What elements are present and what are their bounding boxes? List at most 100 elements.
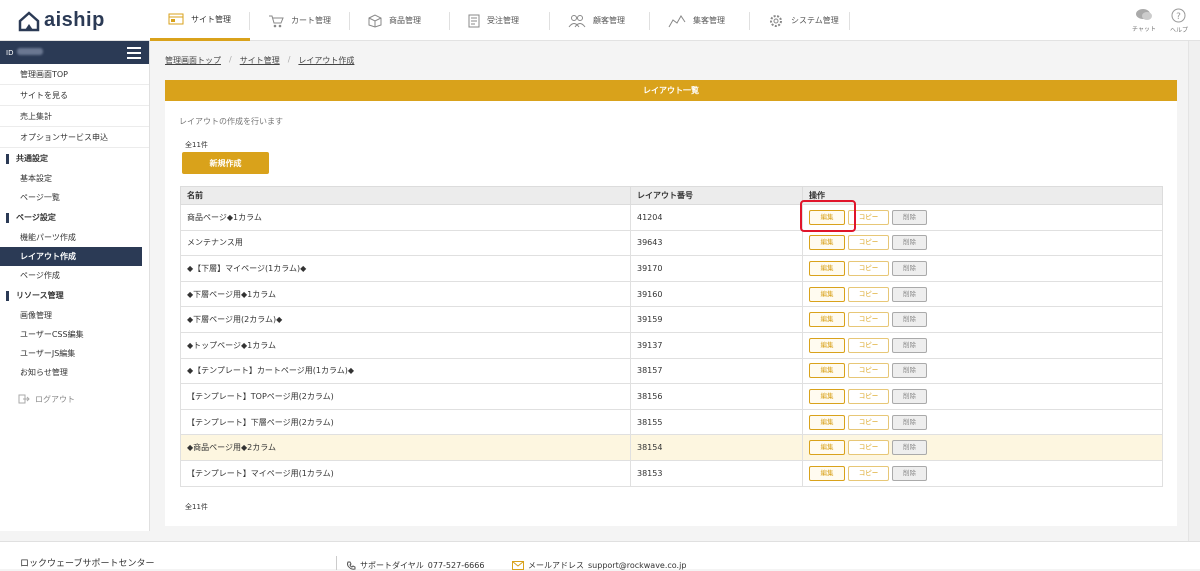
sidebar-item-user-js[interactable]: ユーザーJS編集 [0, 344, 142, 363]
copy-button[interactable]: コピー [848, 209, 889, 225]
table-row: 【テンプレート】TOPページ用(2カラム) 38156 編集 コピー 削除 [180, 383, 1163, 410]
copy-button[interactable]: コピー [848, 235, 889, 251]
menu-toggle-icon[interactable] [127, 44, 141, 62]
nav-marketing[interactable]: 集客管理 [650, 0, 750, 41]
sidebar-section-common: 共通設定 [0, 148, 149, 169]
phone-icon [347, 561, 356, 570]
edit-button[interactable]: 編集 [809, 286, 845, 302]
layout-number: 41204 [630, 204, 803, 231]
copy-button[interactable]: コピー [848, 337, 889, 353]
edit-button[interactable]: 編集 [809, 312, 845, 328]
help-button[interactable]: ? ヘルプ [1170, 8, 1188, 34]
chat-button[interactable]: チャット [1132, 8, 1156, 34]
nav-site[interactable]: サイト管理 [150, 0, 250, 41]
sidebar-item-sales[interactable]: 売上集計 [0, 106, 149, 127]
row-actions: 編集 コピー 削除 [802, 383, 1163, 410]
sidebar-item-page-create[interactable]: ページ作成 [0, 266, 142, 285]
sidebar: ID 管理画面TOP サイトを見る 売上集計 オプションサービス申込 共通設定 … [0, 41, 150, 531]
copy-button[interactable]: コピー [848, 388, 889, 404]
table-row: ◆下層ページ用(2カラム)◆ 39159 編集 コピー 削除 [180, 306, 1163, 333]
sidebar-item-option-service[interactable]: オプションサービス申込 [0, 127, 149, 148]
delete-button[interactable]: 削除 [892, 465, 927, 481]
table-row: ◆【テンプレート】カートページ用(1カラム)◆ 38157 編集 コピー 削除 [180, 357, 1163, 385]
breadcrumb-layout[interactable]: レイアウト作成 [298, 55, 354, 66]
logo-text: aiship [44, 9, 105, 31]
delete-button[interactable]: 削除 [892, 260, 927, 276]
edit-button[interactable]: 編集 [809, 414, 845, 430]
sidebar-item-view-site[interactable]: サイトを見る [0, 85, 149, 106]
sidebar-item-basic-settings[interactable]: 基本設定 [0, 169, 142, 188]
section-title: 共通設定 [16, 154, 48, 163]
delete-button[interactable]: 削除 [892, 312, 927, 328]
chat-label: チャット [1132, 26, 1156, 33]
delete-button[interactable]: 削除 [892, 388, 927, 404]
copy-button[interactable]: コピー [848, 286, 889, 302]
delete-button[interactable]: 削除 [892, 235, 927, 251]
delete-button[interactable]: 削除 [892, 337, 927, 353]
column-header-number[interactable]: レイアウト番号 [630, 186, 803, 205]
phone-label: サポートダイヤル [360, 561, 424, 570]
breadcrumb-site[interactable]: サイト管理 [240, 55, 280, 66]
layout-number: 38156 [630, 383, 803, 410]
edit-button[interactable]: 編集 [809, 440, 845, 456]
column-header-actions: 操作 [802, 186, 1163, 205]
logo[interactable]: aiship [18, 9, 105, 32]
nav-product[interactable]: 商品管理 [350, 0, 450, 41]
order-icon [468, 14, 480, 27]
sidebar-item-user-css[interactable]: ユーザーCSS編集 [0, 325, 142, 344]
delete-button[interactable]: 削除 [892, 414, 927, 430]
breadcrumb-separator: / [229, 55, 232, 64]
layout-number: 39170 [630, 255, 803, 282]
sidebar-item-admin-top[interactable]: 管理画面TOP [0, 64, 149, 85]
sidebar-item-parts[interactable]: 機能パーツ作成 [0, 228, 142, 247]
edit-button[interactable]: 編集 [809, 363, 845, 379]
box-icon [368, 13, 382, 28]
sidebar-item-notices[interactable]: お知らせ管理 [0, 363, 142, 382]
layout-name: ◆【下層】マイページ(1カラム)◆ [180, 255, 631, 282]
delete-button[interactable]: 削除 [892, 286, 927, 302]
help-label: ヘルプ [1169, 27, 1188, 34]
page-scrollbar[interactable] [1188, 41, 1200, 541]
nav-label: 受注管理 [487, 16, 519, 25]
edit-button[interactable]: 編集 [809, 388, 845, 404]
mail-label: メールアドレス [528, 561, 584, 570]
breadcrumb: 管理画面トップ / サイト管理 / レイアウト作成 [165, 55, 354, 66]
edit-button[interactable]: 編集 [809, 337, 845, 353]
footer-divider [336, 556, 337, 570]
nav-cart[interactable]: カート管理 [250, 0, 350, 41]
row-actions: 編集 コピー 削除 [802, 204, 1163, 231]
table-row: ◆【下層】マイページ(1カラム)◆ 39170 編集 コピー 削除 [180, 255, 1163, 282]
chat-icon [1136, 9, 1152, 20]
top-bar: aiship サイト管理 カート管理 商品管理 受注管理 顧客管理 集客管理 シ… [0, 0, 1200, 41]
copy-button[interactable]: コピー [848, 363, 889, 379]
sidebar-item-images[interactable]: 画像管理 [0, 306, 142, 325]
delete-button[interactable]: 削除 [892, 209, 927, 225]
table-row: ◆商品ページ用◆2カラム 38154 編集 コピー 削除 [180, 434, 1163, 461]
copy-button[interactable]: コピー [848, 312, 889, 328]
nav-system[interactable]: システム管理 [750, 0, 850, 41]
edit-button[interactable]: 編集 [809, 465, 845, 481]
layout-name: 商品ページ◆1カラム [180, 204, 631, 231]
edit-button[interactable]: 編集 [809, 235, 845, 251]
sidebar-item-page-list[interactable]: ページ一覧 [0, 188, 142, 207]
copy-button[interactable]: コピー [848, 440, 889, 456]
delete-button[interactable]: 削除 [892, 363, 927, 379]
copy-button[interactable]: コピー [848, 260, 889, 276]
nav-customer[interactable]: 顧客管理 [550, 0, 650, 41]
nav-order[interactable]: 受注管理 [450, 0, 550, 41]
copy-button[interactable]: コピー [848, 465, 889, 481]
breadcrumb-admin-top[interactable]: 管理画面トップ [165, 55, 221, 66]
logout-icon [18, 394, 30, 404]
main-nav: サイト管理 カート管理 商品管理 受注管理 顧客管理 集客管理 システム管理 [150, 0, 850, 41]
edit-button[interactable]: 編集 [809, 260, 845, 276]
delete-button[interactable]: 削除 [892, 440, 927, 456]
table-row: ◆下層ページ用◆1カラム 39160 編集 コピー 削除 [180, 280, 1163, 308]
edit-button[interactable]: 編集 [809, 209, 845, 225]
logout-button[interactable]: ログアウト [0, 382, 149, 416]
layout-icon [168, 13, 184, 25]
column-header-name[interactable]: 名前 [180, 186, 631, 205]
new-layout-button[interactable]: 新規作成 [182, 152, 269, 174]
svg-text:?: ? [1177, 12, 1182, 22]
copy-button[interactable]: コピー [848, 414, 889, 430]
sidebar-item-layout[interactable]: レイアウト作成 [0, 247, 142, 266]
